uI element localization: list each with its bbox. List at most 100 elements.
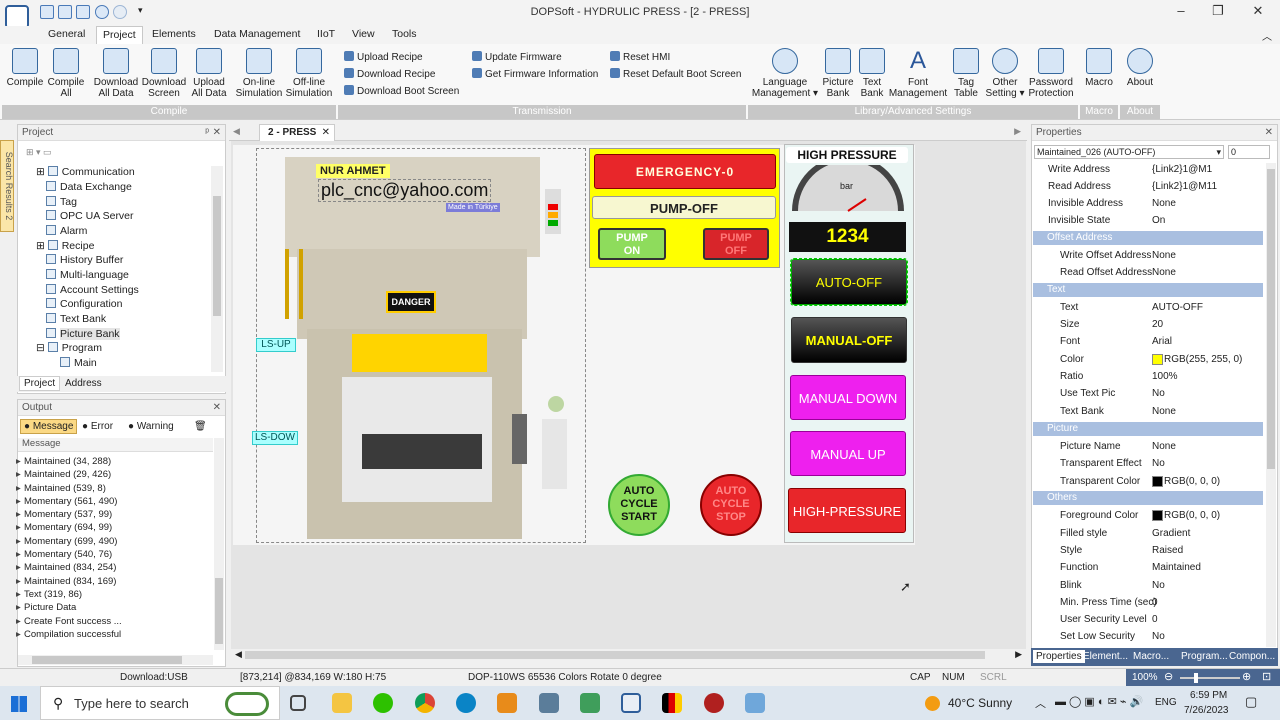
tree-item-communication[interactable]: ⊞ Communication xyxy=(36,166,135,178)
tree-item-history-buffer[interactable]: History Buffer xyxy=(46,254,123,266)
language-indicator[interactable]: ENG xyxy=(1155,697,1177,708)
maximize-button[interactable]: ❐ xyxy=(1207,3,1229,21)
prop-value[interactable]: Arial xyxy=(1152,336,1172,347)
compile-all-button[interactable]: Compile All xyxy=(44,48,88,99)
app-orange-icon[interactable] xyxy=(497,693,517,713)
prop-value[interactable]: Gradient xyxy=(1152,528,1190,539)
tree-item-program[interactable]: ⊟ Program xyxy=(36,342,102,354)
output-item[interactable]: Momentary (540, 76) xyxy=(16,549,112,560)
prop-value[interactable]: 0 xyxy=(1152,597,1158,608)
ls-down-indicator[interactable]: LS-DOW xyxy=(252,431,298,445)
manual-down-button[interactable]: MANUAL DOWN xyxy=(790,375,906,420)
close-icon[interactable]: ✕ xyxy=(213,402,221,413)
prop-value[interactable]: RGB(255, 255, 0) xyxy=(1164,354,1242,365)
section-others[interactable]: Others xyxy=(1033,491,1263,505)
prop-value[interactable]: None xyxy=(1152,406,1176,417)
clear-icon[interactable]: 🗑 xyxy=(194,421,207,432)
prop-value[interactable]: Raised xyxy=(1152,545,1183,556)
output-item[interactable]: Maintained (834, 254) xyxy=(16,562,116,573)
get-firmware-info-button[interactable]: Get Firmware Information xyxy=(472,68,598,80)
section-picture[interactable]: Picture xyxy=(1033,422,1263,436)
tree-item-alarm[interactable]: Alarm xyxy=(46,225,87,237)
tab-2-press[interactable]: 2 - PRESS ✕ xyxy=(259,124,335,141)
calculator-icon[interactable] xyxy=(539,693,559,713)
output-item[interactable]: Text (319, 86) xyxy=(16,589,82,600)
zoom-out-icon[interactable]: ⊖ xyxy=(1164,670,1173,683)
section-text[interactable]: Text xyxy=(1033,283,1263,297)
selector-number[interactable]: 0 xyxy=(1228,145,1270,159)
download-recipe-button[interactable]: Download Recipe xyxy=(344,68,435,80)
upload-all-data-button[interactable]: Upload All Data xyxy=(187,48,231,99)
close-button[interactable]: ✕ xyxy=(1247,3,1269,21)
tree-item-opc-ua[interactable]: OPC UA Server xyxy=(46,210,134,222)
output-item[interactable]: Picture Data xyxy=(16,602,76,613)
clock-date[interactable]: 7/26/2023 xyxy=(1184,705,1229,716)
tab-properties[interactable]: Properties xyxy=(1033,650,1085,663)
password-protection-button[interactable]: Password Protection xyxy=(1027,48,1075,99)
prop-value[interactable]: None xyxy=(1152,250,1176,261)
prop-value[interactable]: {Link2}1@M1 xyxy=(1152,164,1212,175)
app-red-icon[interactable] xyxy=(704,693,724,713)
expand-icon[interactable]: ⊞ xyxy=(36,166,48,178)
tab-iiot[interactable]: IIoT xyxy=(317,28,335,40)
made-in-label[interactable]: Made in Türkiye xyxy=(446,203,500,212)
prop-value[interactable]: No xyxy=(1152,580,1165,591)
reset-hmi-button[interactable]: Reset HMI xyxy=(610,51,670,63)
close-icon[interactable]: ✕ xyxy=(213,127,221,138)
app-flag-icon[interactable] xyxy=(662,693,682,713)
tab-project-panel[interactable]: Project xyxy=(19,376,61,391)
language-management-button[interactable]: Language Management ▾ xyxy=(750,48,820,99)
press-machine-image[interactable] xyxy=(256,148,586,543)
scroll-thumb[interactable] xyxy=(215,578,223,644)
fit-icon[interactable]: ⊡ xyxy=(1262,670,1271,683)
scroll-left-icon[interactable]: ◀ xyxy=(235,649,242,660)
filter-message-button[interactable]: ● Message xyxy=(20,419,78,434)
prop-value[interactable]: On xyxy=(1152,215,1165,226)
macro-button[interactable]: Macro xyxy=(1082,48,1116,88)
manual-off-button[interactable]: MANUAL-OFF xyxy=(791,317,907,363)
dopsoft-taskbar-icon[interactable] xyxy=(621,693,641,713)
tree-item-multi-language[interactable]: Multi-language xyxy=(46,269,129,281)
tab-project[interactable]: Project xyxy=(96,26,143,44)
prop-value[interactable]: None xyxy=(1152,198,1176,209)
close-icon[interactable]: ✕ xyxy=(1265,127,1273,138)
prop-value[interactable]: 0 xyxy=(1152,614,1158,625)
output-item[interactable]: Maintained (539, 8) xyxy=(16,483,106,494)
emergency-button[interactable]: EMERGENCY-0 xyxy=(594,154,776,189)
zoom-thumb[interactable] xyxy=(1194,673,1198,683)
minimize-button[interactable]: – xyxy=(1170,3,1192,21)
tree-item-configuration[interactable]: Configuration xyxy=(46,298,122,310)
search-results-tab[interactable]: Search Results 2 xyxy=(0,140,14,232)
collapse-icon[interactable]: ⊟ xyxy=(36,342,48,354)
tree-item-account-settings[interactable]: Account Settings xyxy=(46,284,139,296)
other-setting-button[interactable]: Other Setting ▾ xyxy=(982,48,1028,99)
tab-elements[interactable]: Elements xyxy=(152,28,196,40)
prop-value[interactable]: RGB(0, 0, 0) xyxy=(1164,510,1220,521)
prop-value[interactable]: 100% xyxy=(1152,371,1178,382)
tab-data-management[interactable]: Data Management xyxy=(214,28,300,40)
auto-cycle-stop-button[interactable]: AUTO CYCLE STOP xyxy=(700,474,762,536)
text-bank-button[interactable]: Text Bank xyxy=(856,48,888,99)
output-item[interactable]: Compilation successful xyxy=(16,629,121,640)
prop-value[interactable]: No xyxy=(1152,458,1165,469)
prop-value[interactable]: None xyxy=(1152,267,1176,278)
tree-item-data-exchange[interactable]: Data Exchange xyxy=(46,181,132,193)
prop-value[interactable]: AUTO-OFF xyxy=(1152,302,1203,313)
output-item[interactable]: Maintained (834, 169) xyxy=(16,576,116,587)
prop-value[interactable]: None xyxy=(1152,441,1176,452)
auto-cycle-start-button[interactable]: AUTO CYCLE START xyxy=(608,474,670,536)
properties-scrollbar[interactable] xyxy=(1266,163,1276,647)
clock-time[interactable]: 6:59 PM xyxy=(1190,690,1227,701)
windows-start-icon[interactable] xyxy=(11,696,27,712)
tab-macro[interactable]: Macro... xyxy=(1133,651,1169,662)
scroll-thumb[interactable] xyxy=(32,656,182,664)
compile-button[interactable]: Compile xyxy=(4,48,46,88)
object-selector[interactable]: Maintained_026 (AUTO-OFF) ▾ xyxy=(1034,145,1224,159)
danger-sign[interactable]: DANGER xyxy=(386,291,436,313)
edge-icon[interactable] xyxy=(456,693,476,713)
tab-tools[interactable]: Tools xyxy=(392,28,417,40)
prop-value[interactable]: No xyxy=(1152,631,1165,642)
auto-off-button[interactable]: AUTO-OFF xyxy=(790,258,908,306)
canvas-hscrollbar[interactable]: ◀ ▶ xyxy=(231,649,1026,661)
about-button[interactable]: About xyxy=(1122,48,1158,88)
